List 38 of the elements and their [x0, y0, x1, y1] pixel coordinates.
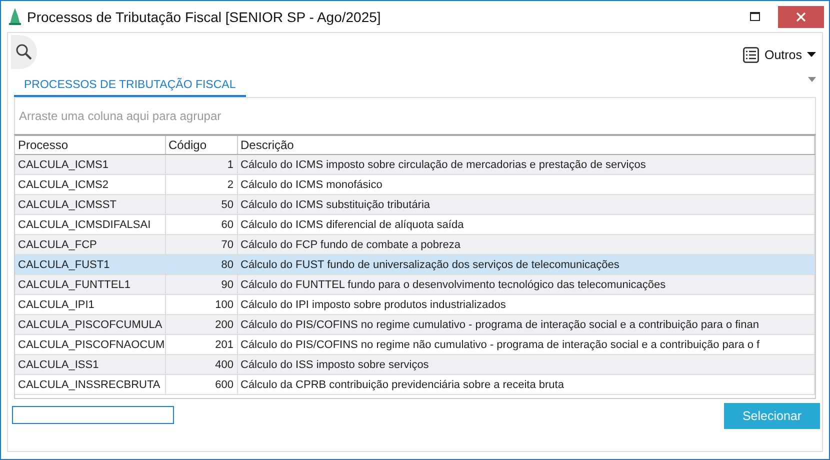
app-icon: [9, 8, 21, 25]
table-cell: Cálculo do FUNTTEL fundo para o desenvolvimento tecnológico das telecomunicações: [237, 274, 814, 294]
table-cell: 1: [165, 154, 237, 174]
close-button[interactable]: [778, 6, 824, 28]
search-icon: [15, 43, 33, 61]
table-cell: Cálculo do PIS/COFINS no regime cumulativo - programa de interação social e a contribuição para o finan: [237, 314, 814, 334]
table-cell: CALCULA_INSSRECBRUTA: [15, 374, 165, 394]
close-icon: [796, 12, 806, 22]
caret-icon: [807, 52, 816, 58]
search-button[interactable]: [11, 35, 37, 69]
table-cell: 90: [165, 274, 237, 294]
input-field[interactable]: [12, 406, 174, 424]
table-cell: Cálculo do FCP fundo de combate a pobreza: [237, 234, 814, 254]
tab[interactable]: PROCESSOS DE TRIBUTAÇÃO FISCAL: [14, 75, 246, 97]
table-cell: Cálculo do FUST fundo de universalização dos serviços de telecomunicações: [237, 254, 814, 274]
list-icon: [743, 47, 760, 63]
window-title: Processos de Tributação Fiscal [SENIOR SP - Ago/2025]: [27, 8, 382, 24]
maximize-icon: [750, 12, 760, 21]
table-cell: CALCULA_FUST1: [15, 254, 165, 274]
table-cell: Cálculo do ICMS substituição tributária: [237, 194, 814, 214]
dropdown-arrow-icon[interactable]: [808, 77, 816, 82]
table-cell: Cálculo da CPRB contribuição previdenciária sobre a receita bruta: [237, 374, 814, 394]
table-cell: CALCULA_ISS1: [15, 354, 165, 374]
table-cell: 200: [165, 314, 237, 334]
table-cell: 600: [165, 374, 237, 394]
table-cell: CALCULA_FUNTTEL1: [15, 274, 165, 294]
table-cell: CALCULA_FCP: [15, 234, 165, 254]
table-cell: 50: [165, 194, 237, 214]
table-cell: 400: [165, 354, 237, 374]
menu-button[interactable]: Outros: [743, 47, 816, 63]
table-cell: Cálculo do ICMS imposto sobre circulação de mercadorias e prestação de serviços: [237, 154, 814, 174]
table-cell: CALCULA_PISCOFCUMULA: [15, 314, 165, 334]
table-cell: 80: [165, 254, 237, 274]
table-cell: 70: [165, 234, 237, 254]
table-cell: CALCULA_ICMSST: [15, 194, 165, 214]
table-cell: Cálculo do ISS imposto sobre serviços: [237, 354, 814, 374]
table-cell: CALCULA_ICMS1: [15, 154, 165, 174]
menu-label: Outros: [764, 48, 802, 62]
